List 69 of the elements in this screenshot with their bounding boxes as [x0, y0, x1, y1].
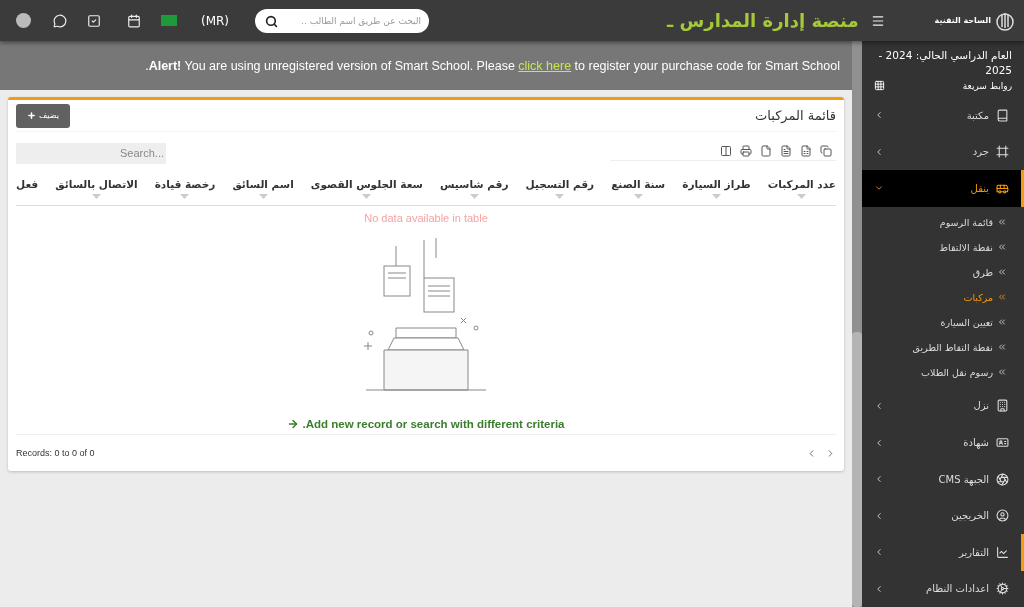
sidebar-item[interactable]: اعدادات النظام — [862, 570, 1024, 607]
calendar-icon[interactable] — [127, 13, 141, 28]
column-header[interactable]: رقم التسجيل — [525, 178, 595, 199]
columns-icon[interactable] — [720, 145, 732, 157]
double-chevron-icon — [997, 267, 1007, 278]
submenu-item[interactable]: قائمة الرسوم — [862, 209, 1024, 235]
logo-icon — [996, 10, 1014, 31]
menu-item-icon — [996, 108, 1009, 122]
empty-hint: .Add new record or search with different criteria — [287, 418, 565, 430]
column-header[interactable]: الاتصال بالسائق — [55, 178, 138, 199]
avatar-icon[interactable] — [16, 13, 31, 28]
submenu-item[interactable]: طرق — [862, 259, 1024, 285]
sidebar-item[interactable]: نزل — [862, 387, 1024, 425]
sidebar-item[interactable]: شهادة — [862, 424, 1024, 461]
sidebar-item[interactable]: الجبهة CMS — [862, 460, 1024, 498]
column-header[interactable]: سنة الصنع — [611, 178, 666, 199]
submenu-item[interactable]: مركبات — [862, 284, 1024, 310]
column-header[interactable]: سعة الجلوس القصوى — [310, 178, 423, 199]
menu-item-icon — [996, 545, 1009, 559]
checkbox-icon[interactable] — [87, 13, 101, 28]
sidebar-item[interactable]: جرد — [862, 133, 1024, 171]
sidebar-item[interactable]: الخريجين — [862, 497, 1024, 534]
column-header[interactable]: اسم السائق — [232, 178, 294, 199]
records-count: Records: 0 to 0 of 0 — [16, 448, 95, 458]
column-header[interactable]: رقم شاسيس — [439, 178, 509, 199]
menu-item-icon — [996, 436, 1009, 450]
double-chevron-icon — [997, 217, 1007, 228]
search-icon[interactable] — [265, 14, 279, 28]
print-icon[interactable] — [740, 145, 752, 157]
empty-message: No data available in table — [364, 212, 488, 224]
double-chevron-icon — [997, 317, 1007, 328]
spreadsheet-icon[interactable] — [800, 145, 812, 157]
session-year: العام الدراسي الحالي: 2024 - 2025 — [877, 48, 1013, 78]
file-icon[interactable] — [760, 145, 772, 157]
double-chevron-icon — [997, 242, 1007, 253]
column-header[interactable]: طراز السيارة — [682, 178, 751, 199]
alert-message: .Alert! You are using unregistered version of Smart School. Please click here to register your purchase code for Smart School — [145, 58, 840, 73]
brand-name: الساحة التقنية — [934, 16, 991, 25]
column-header[interactable]: رخصة قيادة — [154, 178, 216, 199]
app-title: منصة إدارة المدارس ـ — [667, 10, 859, 31]
menu-item-icon — [996, 145, 1009, 159]
menu-item-icon — [996, 582, 1009, 596]
menu-item-icon — [996, 472, 1009, 486]
chat-icon[interactable] — [53, 13, 67, 28]
sidebar-item[interactable]: ينقل — [862, 170, 1024, 207]
card-title: قائمة المركبات — [755, 108, 836, 123]
arrow-icon — [287, 418, 300, 430]
search-field[interactable]: البحث عن طريق اسم الطالب .. — [255, 8, 430, 33]
user-tag: (MR) — [201, 13, 230, 28]
sidebar-item[interactable]: مكتبة — [862, 97, 1024, 134]
submenu-item[interactable]: نقطة الالتقاط — [862, 234, 1024, 260]
plus-icon — [27, 111, 37, 120]
search-field[interactable]: Search... — [16, 142, 166, 164]
submenu-item[interactable]: نقطة التقاط الطريق — [862, 334, 1024, 360]
menu-item-icon — [996, 399, 1009, 413]
double-chevron-icon — [997, 292, 1007, 303]
grid-icon[interactable] — [874, 80, 885, 91]
submenu-item[interactable]: رسوم نقل الطلاب — [862, 359, 1024, 385]
menu-item-icon — [996, 509, 1009, 523]
submenu-item[interactable]: تعيين السيارة — [862, 309, 1024, 335]
copy-icon[interactable] — [820, 145, 832, 157]
double-chevron-icon — [997, 342, 1007, 353]
quick-links[interactable]: روابط سريعة — [962, 80, 1012, 91]
double-chevron-icon — [997, 367, 1007, 378]
column-header[interactable]: عدد المركبات — [767, 178, 836, 199]
document-icon[interactable] — [780, 145, 792, 157]
column-header[interactable]: فعل — [16, 178, 39, 199]
add-button[interactable]: يضيف — [16, 103, 70, 128]
menu-icon[interactable] — [870, 13, 885, 28]
